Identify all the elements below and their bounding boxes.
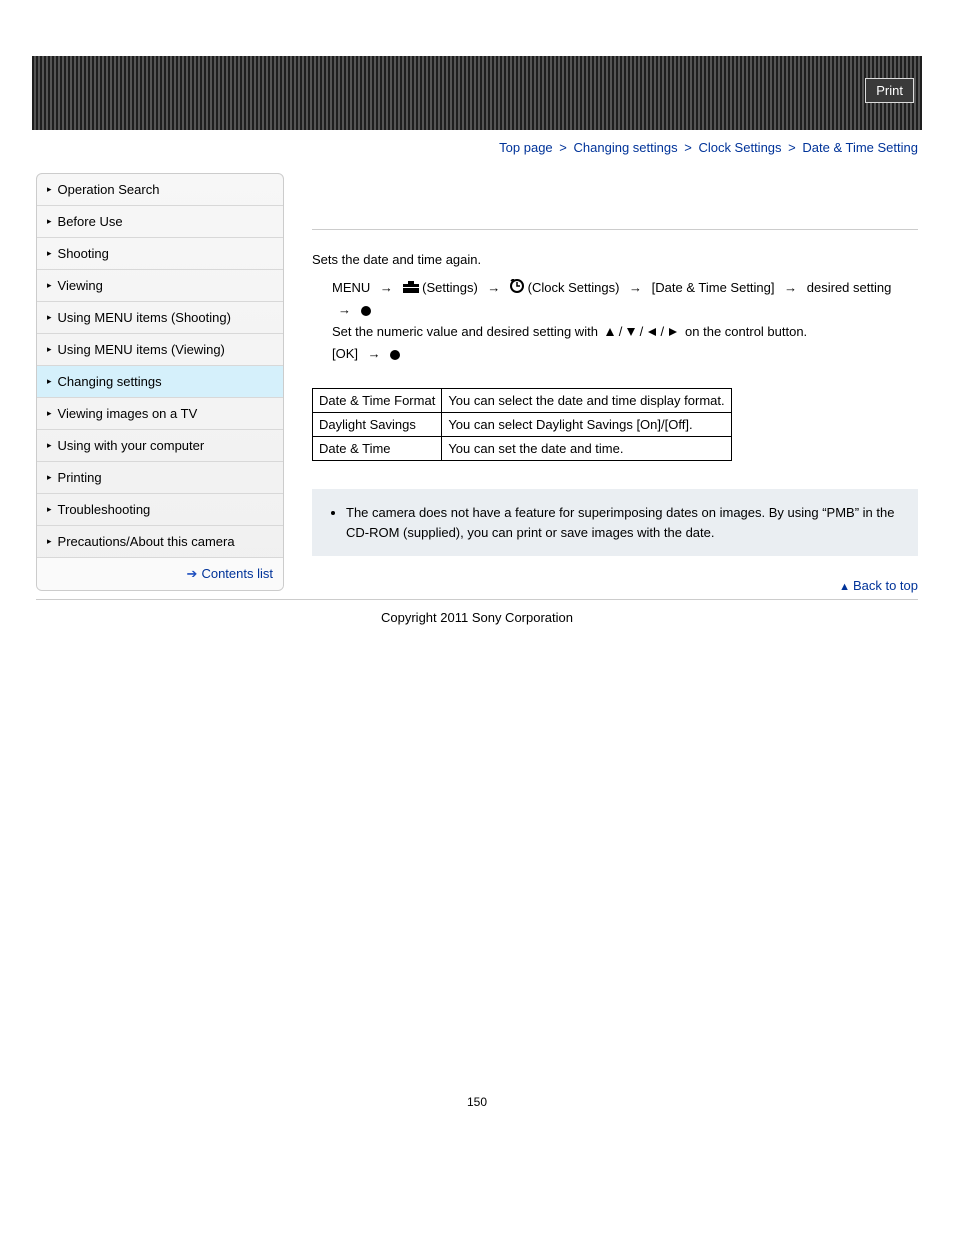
- triangle-right-icon: ▸: [47, 472, 52, 483]
- step-numeric-text: Set the numeric value and desired settin…: [332, 324, 598, 339]
- slash: /: [640, 324, 644, 339]
- triangle-right-icon: ▸: [47, 536, 52, 547]
- step-ok-text: [OK]: [332, 346, 358, 361]
- sidebar-item-before-use[interactable]: ▸ Before Use: [37, 206, 283, 237]
- settings-table: Date & Time Format You can select the da…: [312, 388, 732, 461]
- sidebar-item-label: Shooting: [58, 246, 109, 261]
- triangle-right-icon: ▸: [47, 344, 52, 355]
- triangle-left-icon: [647, 322, 657, 343]
- table-cell-key: Date & Time: [313, 437, 442, 461]
- triangle-right-icon: ▸: [47, 312, 52, 323]
- arrow-right-icon: →: [332, 302, 357, 317]
- triangle-down-icon: [626, 322, 636, 343]
- sidebar-item-printing[interactable]: ▸ Printing: [37, 462, 283, 493]
- step-control-text: on the control button.: [685, 324, 807, 339]
- sidebar-item-label: Viewing images on a TV: [58, 406, 198, 421]
- table-cell-value: You can select the date and time display…: [442, 389, 731, 413]
- sidebar-item-label: Troubleshooting: [58, 502, 151, 517]
- table-cell-value: You can set the date and time.: [442, 437, 731, 461]
- triangle-right-icon: [668, 322, 678, 343]
- sidebar-item-label: Using MENU items (Viewing): [58, 342, 225, 357]
- triangle-right-icon: ▸: [47, 408, 52, 419]
- triangle-right-icon: ▸: [47, 184, 52, 195]
- sidebar-item-label: Precautions/About this camera: [58, 534, 235, 549]
- breadcrumb-sep: >: [785, 140, 799, 155]
- back-to-top: ▲Back to top: [312, 578, 918, 593]
- note-item: The camera does not have a feature for s…: [346, 503, 902, 542]
- back-to-top-link[interactable]: ▲Back to top: [839, 578, 918, 593]
- divider: [36, 599, 918, 600]
- breadcrumb-link[interactable]: Date & Time Setting: [802, 140, 918, 155]
- triangle-up-icon: [605, 322, 615, 343]
- table-row: Date & Time Format You can select the da…: [313, 389, 732, 413]
- sidebar-item-menu-shooting[interactable]: ▸ Using MENU items (Shooting): [37, 302, 283, 333]
- triangle-right-icon: ▸: [47, 504, 52, 515]
- page-number: 150: [0, 1095, 954, 1139]
- sidebar-item-shooting[interactable]: ▸ Shooting: [37, 238, 283, 269]
- triangle-right-icon: ▸: [47, 216, 52, 227]
- table-cell-key: Daylight Savings: [313, 413, 442, 437]
- arrow-right-icon: →: [778, 280, 803, 295]
- slash: /: [661, 324, 665, 339]
- print-button[interactable]: Print: [865, 78, 914, 103]
- contents-list-label: Contents list: [201, 566, 273, 581]
- sidebar-item-menu-viewing[interactable]: ▸ Using MENU items (Viewing): [37, 334, 283, 365]
- breadcrumb-link[interactable]: Clock Settings: [698, 140, 781, 155]
- arrow-right-icon: ➔: [187, 566, 202, 581]
- sidebar-item-precautions[interactable]: ▸ Precautions/About this camera: [37, 526, 283, 557]
- step-settings-text: (Settings): [422, 280, 478, 295]
- table-row: Daylight Savings You can select Daylight…: [313, 413, 732, 437]
- step-date-text: [Date & Time Setting]: [652, 280, 775, 295]
- intro-text: Sets the date and time again.: [312, 252, 918, 267]
- center-button-icon: [390, 350, 400, 360]
- sidebar-item-changing-settings[interactable]: ▸ Changing settings: [37, 366, 283, 397]
- center-button-icon: [361, 306, 371, 316]
- step-desired-text: desired setting: [807, 280, 892, 295]
- table-cell-value: You can select Daylight Savings [On]/[Of…: [442, 413, 731, 437]
- sidebar-item-label: Changing settings: [58, 374, 162, 389]
- table-row: Date & Time You can set the date and tim…: [313, 437, 732, 461]
- back-to-top-label: Back to top: [853, 578, 918, 593]
- triangle-right-icon: ▸: [47, 248, 52, 259]
- procedure-steps: MENU → (Settings) → (Clock Settings) → […: [332, 277, 918, 364]
- step-clock-text: (Clock Settings): [528, 280, 620, 295]
- contents-list-link[interactable]: ➔Contents list: [187, 566, 273, 581]
- sidebar-item-label: Operation Search: [58, 182, 160, 197]
- sidebar-item-operation-search[interactable]: ▸ Operation Search: [37, 174, 283, 205]
- triangle-right-icon: ▸: [47, 376, 52, 387]
- slash: /: [619, 324, 623, 339]
- table-cell-key: Date & Time Format: [313, 389, 442, 413]
- arrow-right-icon: →: [481, 280, 506, 295]
- main-content: Sets the date and time again. MENU → (Se…: [312, 173, 918, 599]
- breadcrumb: Top page > Changing settings > Clock Set…: [36, 140, 918, 155]
- arrow-right-icon: →: [362, 346, 387, 361]
- breadcrumb-link[interactable]: Top page: [499, 140, 553, 155]
- divider: [312, 229, 918, 230]
- triangle-right-icon: ▸: [47, 440, 52, 451]
- sidebar-item-tv[interactable]: ▸ Viewing images on a TV: [37, 398, 283, 429]
- sidebar-item-label: Printing: [58, 470, 102, 485]
- triangle-up-icon: ▲: [839, 581, 853, 593]
- header-band: Print: [32, 56, 922, 130]
- breadcrumb-sep: >: [681, 140, 695, 155]
- sidebar-item-label: Using with your computer: [58, 438, 205, 453]
- sidebar-item-computer[interactable]: ▸ Using with your computer: [37, 430, 283, 461]
- step-menu-text: MENU: [332, 280, 370, 295]
- clock-icon: [510, 278, 524, 299]
- note-box: The camera does not have a feature for s…: [312, 489, 918, 556]
- arrow-right-icon: →: [374, 280, 399, 295]
- sidebar-item-label: Using MENU items (Shooting): [58, 310, 231, 325]
- breadcrumb-link[interactable]: Changing settings: [574, 140, 678, 155]
- breadcrumb-sep: >: [556, 140, 570, 155]
- sidebar-item-troubleshooting[interactable]: ▸ Troubleshooting: [37, 494, 283, 525]
- sidebar-item-label: Before Use: [58, 214, 123, 229]
- sidebar-item-viewing[interactable]: ▸ Viewing: [37, 270, 283, 301]
- sidebar-item-label: Viewing: [58, 278, 103, 293]
- arrow-right-icon: →: [623, 280, 648, 295]
- triangle-right-icon: ▸: [47, 280, 52, 291]
- toolbox-icon: [403, 278, 419, 299]
- copyright-text: Copyright 2011 Sony Corporation: [0, 610, 954, 625]
- sidebar: ▸Operation Search ▸Before Use ▸Shooting …: [36, 173, 284, 591]
